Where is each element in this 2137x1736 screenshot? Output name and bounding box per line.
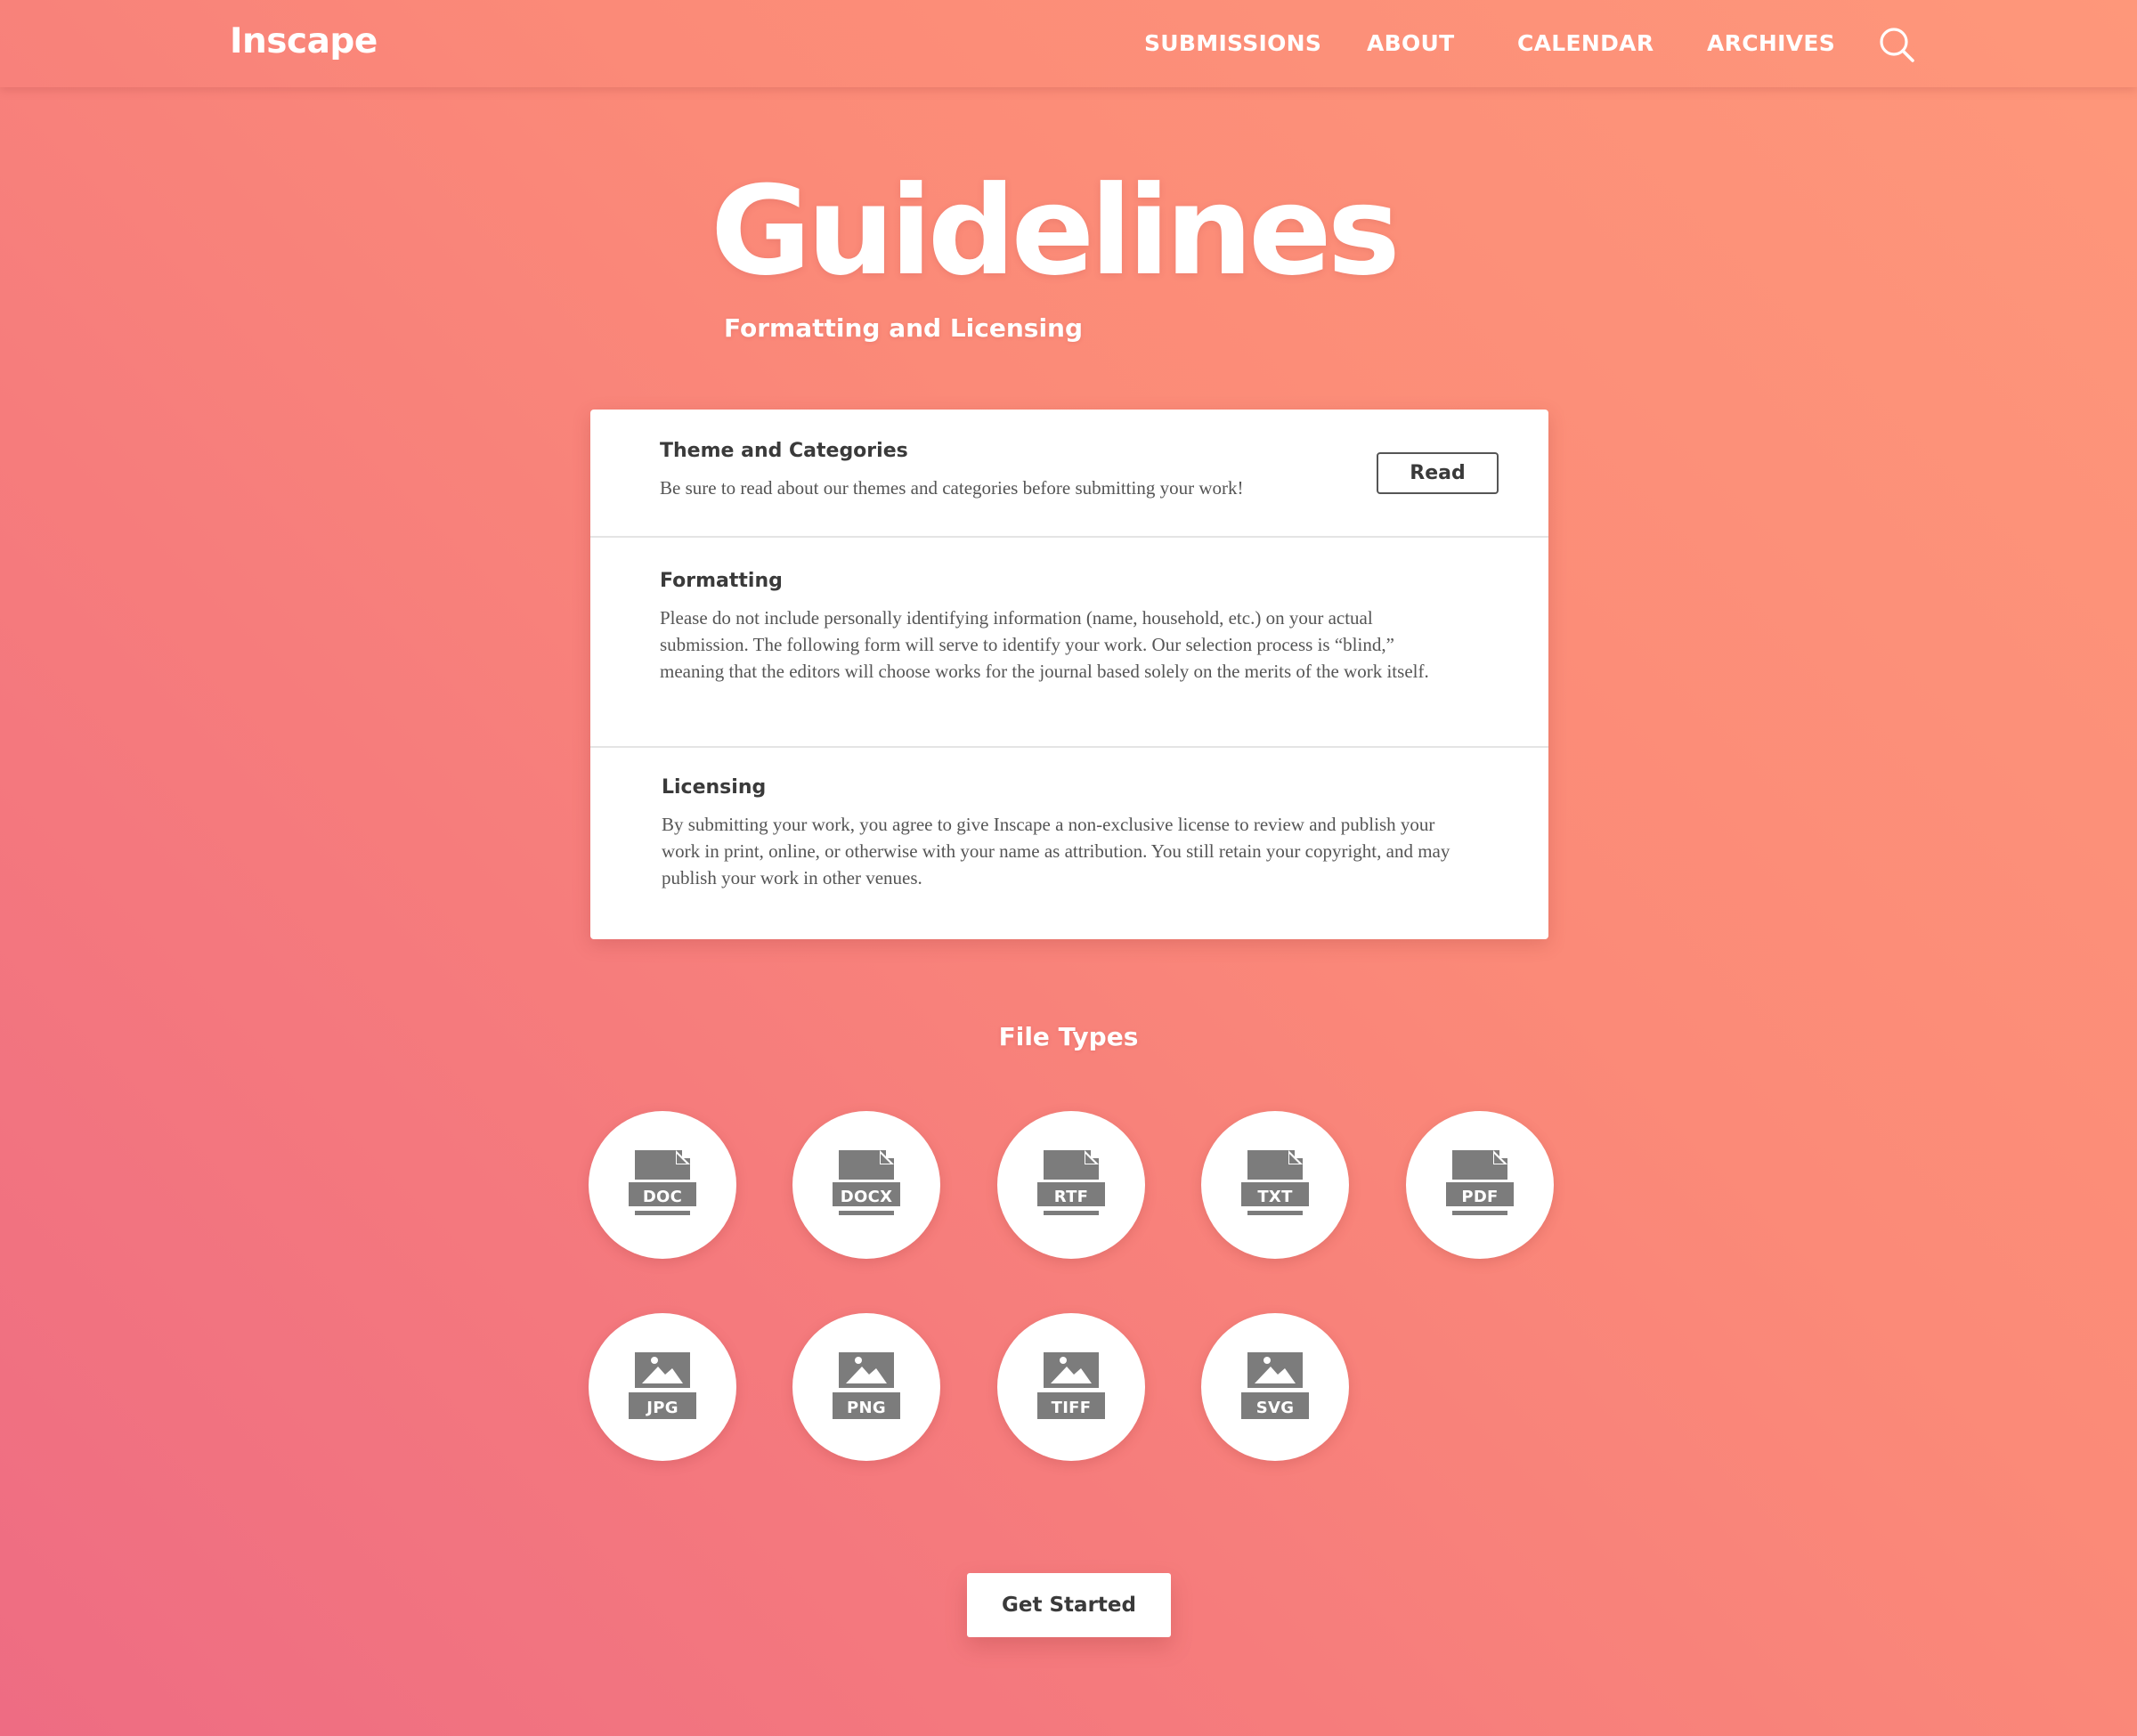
- document-file-icon: [1037, 1150, 1105, 1215]
- file-type-txt: TXT: [1201, 1111, 1349, 1259]
- document-file-icon: [1241, 1150, 1309, 1215]
- document-file-icon: [1446, 1150, 1514, 1215]
- section-title: Formatting: [660, 570, 783, 592]
- nav-link-submissions[interactable]: SUBMISSIONS: [1144, 30, 1321, 56]
- file-type-png: PNG: [792, 1313, 940, 1461]
- file-type-label: SVG: [1255, 1399, 1295, 1417]
- search-icon[interactable]: [1877, 25, 1916, 64]
- document-file-icon: [833, 1150, 900, 1215]
- section-text: Be sure to read about our themes and cat…: [660, 477, 1244, 499]
- section-theme-categories: Theme and Categories Be sure to read abo…: [590, 410, 1548, 538]
- image-file-icon: [1037, 1352, 1105, 1419]
- page-subtitle: Formatting and Licensing: [724, 313, 1084, 343]
- section-licensing: Licensing By submitting your work, you a…: [590, 746, 1548, 939]
- file-type-jpg: JPG: [589, 1313, 736, 1461]
- page-title: Guidelines: [711, 159, 1401, 303]
- section-text: Please do not include personally identif…: [660, 607, 1429, 682]
- file-type-label: DOC: [642, 1188, 683, 1206]
- file-type-doc: DOC: [589, 1111, 736, 1259]
- document-file-icon: [629, 1150, 696, 1215]
- file-type-pdf: PDF: [1406, 1111, 1554, 1259]
- file-type-tiff: TIFF: [997, 1313, 1145, 1461]
- guidelines-card: Theme and Categories Be sure to read abo…: [590, 410, 1548, 939]
- file-type-label: PNG: [847, 1399, 886, 1417]
- image-file-icon: [629, 1352, 696, 1419]
- file-type-label: DOCX: [840, 1188, 893, 1206]
- top-navbar: Inscape SUBMISSIONS ABOUT CALENDAR ARCHI…: [0, 0, 2137, 87]
- read-button[interactable]: Read: [1377, 452, 1499, 494]
- nav-link-archives[interactable]: ARCHIVES: [1707, 30, 1835, 56]
- file-type-label: TXT: [1257, 1188, 1293, 1206]
- get-started-button[interactable]: Get Started: [967, 1573, 1171, 1637]
- file-type-rtf: RTF: [997, 1111, 1145, 1259]
- section-title: Theme and Categories: [660, 440, 908, 462]
- file-type-svg: SVG: [1201, 1313, 1349, 1461]
- section-title: Licensing: [662, 776, 767, 799]
- section-formatting: Formatting Please do not include persona…: [590, 536, 1548, 748]
- file-type-label: PDF: [1461, 1188, 1499, 1206]
- image-file-icon: [833, 1352, 900, 1419]
- nav-link-about[interactable]: ABOUT: [1367, 30, 1455, 56]
- main-nav: SUBMISSIONS ABOUT CALENDAR ARCHIVES: [0, 30, 2137, 66]
- file-type-docx: DOCX: [792, 1111, 940, 1259]
- file-type-label: JPG: [646, 1399, 678, 1417]
- section-text: By submitting your work, you agree to gi…: [662, 814, 1450, 888]
- file-type-label: TIFF: [1051, 1399, 1092, 1417]
- file-type-label: RTF: [1053, 1188, 1089, 1206]
- image-file-icon: [1241, 1352, 1309, 1419]
- nav-link-calendar[interactable]: CALENDAR: [1517, 30, 1654, 56]
- file-types-heading: File Types: [998, 1022, 1139, 1051]
